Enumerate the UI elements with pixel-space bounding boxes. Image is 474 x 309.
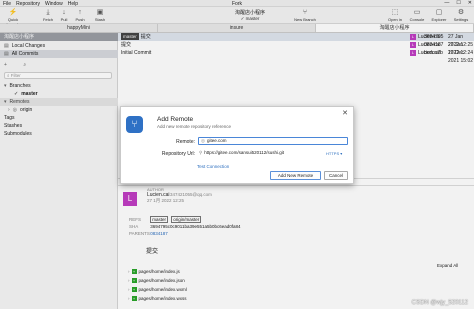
repository-url-label: Repository Url: — [161, 151, 195, 157]
link-icon: ⚲ — [199, 150, 203, 155]
add-new-remote-button[interactable]: Add New Remote — [270, 171, 321, 180]
dialog-subtitle: Add new remote repository reference — [157, 124, 232, 129]
add-remote-dialog: ⑂ ✕ Add Remote Add new remote repository… — [120, 106, 354, 184]
dialog-title: Add Remote — [157, 116, 194, 123]
remote-icon: ◎ — [201, 138, 205, 143]
remote-name-input[interactable]: ◎ gitee.com — [198, 137, 348, 145]
cancel-button[interactable]: Cancel — [324, 171, 348, 180]
url-protocol-dropdown[interactable]: HTTPS ▾ — [326, 151, 342, 156]
close-icon[interactable]: ✕ — [342, 109, 348, 117]
fork-logo-icon: ⑂ — [126, 116, 143, 133]
remote-label: Remote: — [176, 139, 195, 145]
test-connection-link[interactable]: Test Connection — [197, 164, 229, 169]
